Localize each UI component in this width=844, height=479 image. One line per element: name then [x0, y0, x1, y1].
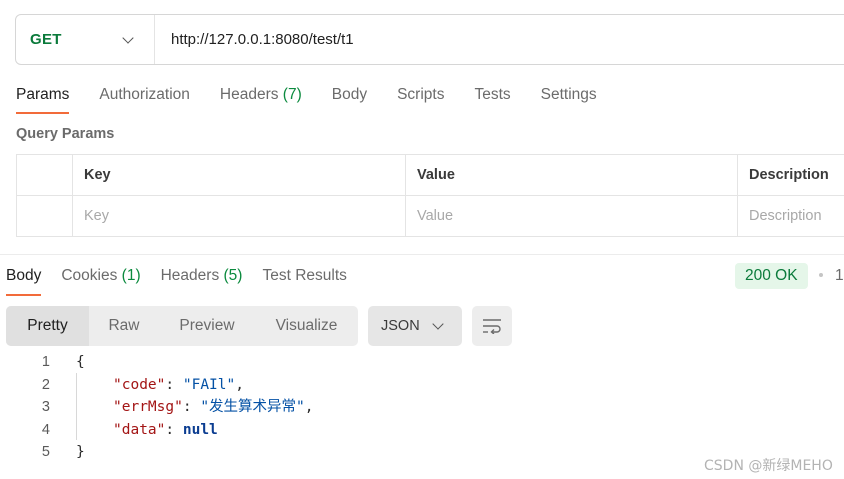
line-number: 3	[41, 399, 50, 415]
view-preview-button[interactable]: Preview	[159, 306, 255, 346]
tab-body[interactable]: Body	[332, 84, 367, 114]
params-table: Key Value Description Key Value Descript…	[16, 154, 844, 237]
value-input[interactable]: Value	[405, 195, 738, 237]
wrap-lines-button[interactable]	[472, 306, 512, 346]
tab-tests[interactable]: Tests	[474, 84, 510, 114]
tab-label: Headers	[160, 267, 220, 284]
column-header-value: Value	[405, 154, 738, 196]
tab-authorization[interactable]: Authorization	[99, 84, 189, 114]
tab-params[interactable]: Params	[16, 84, 70, 114]
tab-label: Params	[16, 86, 70, 103]
tab-count: (7)	[282, 86, 302, 103]
json-key: "code"	[113, 376, 166, 393]
method-label: GET	[30, 31, 62, 48]
tab-response-cookies[interactable]: Cookies (1)	[61, 266, 140, 296]
tab-label: Settings	[540, 86, 597, 103]
tab-label: Scripts	[397, 86, 445, 103]
code-text: "data": null	[113, 419, 218, 442]
code-text: }	[76, 444, 85, 460]
table-header-row: Key Value Description	[16, 154, 844, 196]
tab-response-body[interactable]: Body	[6, 266, 42, 296]
description-input[interactable]: Description	[737, 195, 844, 237]
watermark: CSDN @新绿MEHO	[704, 458, 833, 474]
json-comma: ,	[304, 399, 314, 415]
tab-count: (1)	[121, 267, 141, 284]
code-text: "code": "FAIl",	[113, 374, 244, 397]
format-label: JSON	[381, 318, 420, 334]
wrap-lines-icon	[483, 319, 501, 334]
separator-dot	[819, 273, 823, 277]
query-params-title: Query Params	[16, 126, 115, 142]
tab-label: Authorization	[99, 86, 190, 103]
format-select[interactable]: JSON	[368, 306, 462, 346]
panel-divider[interactable]	[0, 254, 844, 255]
tab-label: Body	[6, 267, 42, 284]
line-number: 4	[41, 421, 50, 438]
tab-settings[interactable]: Settings	[541, 84, 597, 114]
table-row: Key Value Description	[16, 195, 844, 237]
json-value: "发生算术异常"	[200, 399, 305, 415]
tab-label: Cookies	[61, 267, 118, 284]
view-mode-group: Pretty Raw Preview Visualize	[6, 306, 358, 346]
json-separator: :	[165, 376, 183, 393]
method-select[interactable]: GET	[16, 15, 155, 64]
checkbox-column-header	[16, 154, 73, 196]
code-text: {	[76, 354, 85, 370]
view-raw-button[interactable]: Raw	[89, 306, 159, 346]
status-badge[interactable]: 200 OK	[735, 263, 808, 289]
json-separator: :	[182, 399, 201, 415]
row-checkbox-cell[interactable]	[16, 195, 73, 237]
json-value: "FAIl"	[182, 376, 236, 393]
view-pretty-button[interactable]: Pretty	[6, 306, 89, 346]
json-key: "errMsg"	[113, 399, 183, 415]
tab-headers[interactable]: Headers (7)	[220, 84, 302, 114]
request-tabs: Params Authorization Headers (7) Body Sc…	[16, 84, 627, 116]
tab-label: Headers	[219, 86, 279, 103]
tab-label: Tests	[474, 86, 511, 103]
tab-label: Test Results	[262, 267, 347, 284]
response-time[interactable]: 1	[835, 267, 844, 285]
url-input[interactable]	[155, 15, 844, 64]
code-text: "errMsg": "发生算术异常",	[113, 396, 314, 419]
code-line: 3 "errMsg": "发生算术异常",	[0, 396, 844, 419]
response-tabs: Body Cookies (1) Headers (5) Test Result…	[6, 266, 367, 296]
line-number: 5	[41, 444, 50, 460]
tab-label: Body	[331, 86, 368, 103]
tab-test-results[interactable]: Test Results	[262, 266, 346, 296]
tab-response-headers[interactable]: Headers (5)	[161, 266, 243, 296]
json-key: "data"	[113, 421, 166, 438]
code-line: 1 {	[0, 351, 844, 374]
chevron-down-icon	[122, 31, 134, 44]
json-comma: ,	[235, 376, 244, 393]
column-header-description: Description	[737, 154, 844, 196]
json-value: null	[182, 421, 218, 438]
request-bar: GET	[15, 14, 844, 65]
tab-count: (5)	[223, 267, 243, 284]
tab-scripts[interactable]: Scripts	[397, 84, 444, 114]
line-number: 1	[41, 354, 50, 370]
chevron-down-icon	[432, 318, 444, 330]
response-body-code[interactable]: 1 { 2 "code": "FAIl", 3 "errMsg": "发生算术异…	[0, 351, 844, 464]
key-input[interactable]: Key	[72, 195, 406, 237]
code-line: 4 "data": null	[0, 419, 844, 442]
code-line: 2 "code": "FAIl",	[0, 374, 844, 397]
json-separator: :	[165, 421, 183, 438]
view-visualize-button[interactable]: Visualize	[255, 306, 358, 346]
line-number: 2	[41, 376, 50, 393]
column-header-key: Key	[72, 154, 406, 196]
